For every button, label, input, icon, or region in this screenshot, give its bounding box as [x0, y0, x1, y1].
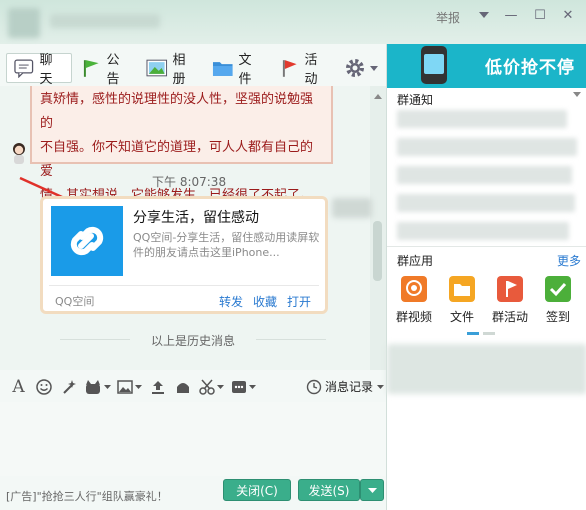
app-activity[interactable]: 群活动: [488, 276, 532, 325]
pet-icon[interactable]: [81, 376, 113, 398]
send-options-button[interactable]: [360, 479, 384, 501]
watch-image: [421, 46, 447, 84]
chat-bubble-icon: [14, 59, 34, 78]
chat-history[interactable]: 真矫情，感性的说理性的没人性，坚强的说勉强的 不自强。你不知道它的道理，可人人都…: [0, 86, 386, 370]
tab-notice[interactable]: 公告: [74, 53, 138, 87]
folder-icon: [449, 276, 475, 302]
message-timestamp: 下午 8:07:38: [152, 175, 227, 189]
ad-text: 低价抢不停: [485, 58, 575, 78]
app-video[interactable]: 群视频: [392, 276, 436, 325]
right-panel: 低价抢不停 群通知 群应用 更多 群视频 文件 群活动 签到: [386, 44, 586, 510]
notice-item[interactable]: [397, 110, 567, 128]
notice-item[interactable]: [397, 138, 577, 156]
tab-bar: 聊天 公告 相册 文件 活动: [0, 50, 386, 87]
page-indicator[interactable]: [467, 332, 479, 335]
card-source: QQ空间: [55, 295, 95, 308]
notice-item[interactable]: [397, 194, 575, 212]
close-window-button[interactable]: ✕: [557, 6, 579, 24]
photo-icon: [146, 59, 168, 77]
folder-icon: [212, 62, 233, 76]
tab-chat[interactable]: 聊天: [6, 53, 72, 87]
link-icon: [70, 226, 104, 256]
group-avatar: [8, 8, 40, 38]
divider: [387, 246, 586, 247]
activity-icon: [497, 276, 523, 302]
tab-label: 相册: [172, 53, 186, 87]
scrollbar-thumb[interactable]: [373, 221, 382, 281]
minimize-button[interactable]: —: [500, 6, 522, 24]
chevron-down-icon: [370, 65, 378, 71]
notice-title: 群通知: [397, 93, 434, 107]
tab-album[interactable]: 相册: [140, 53, 204, 87]
message-record-label: 消息记录: [325, 380, 374, 394]
message-bubble: 真矫情，感性的说理性的没人性，坚强的说勉强的 不自强。你不知道它的道理，可人人都…: [30, 86, 333, 203]
app-label: 群视频: [395, 310, 432, 324]
favorite-link[interactable]: 收藏: [253, 293, 277, 310]
ad-banner[interactable]: 低价抢不停: [387, 44, 586, 88]
history-label: 以上是历史消息: [150, 334, 235, 348]
card-description: QQ空间-分享生活，留住感动用读屏软件的朋友请点击这里iPhone...: [133, 231, 320, 259]
dropdown-icon[interactable]: [473, 6, 495, 24]
chevron-down-icon: [367, 487, 377, 493]
app-files[interactable]: 文件: [440, 276, 484, 325]
font-icon[interactable]: A: [6, 376, 31, 398]
report-link[interactable]: 举报: [436, 9, 460, 26]
tab-activity[interactable]: 活动: [272, 53, 336, 87]
upload-icon[interactable]: [145, 376, 170, 398]
settings-button[interactable]: [338, 53, 384, 83]
app-checkin[interactable]: 签到: [536, 276, 580, 325]
more-tools-icon[interactable]: [227, 376, 259, 398]
sender-avatar[interactable]: [10, 142, 28, 166]
chevron-down-icon: [377, 384, 385, 389]
group-name: [50, 14, 160, 28]
close-button[interactable]: 关闭(C): [223, 479, 291, 501]
card-title: 分享生活，留住感动: [133, 210, 259, 226]
app-label: 群活动: [491, 310, 528, 324]
more-apps-link[interactable]: 更多: [557, 252, 581, 269]
message-record-button[interactable]: 消息记录: [306, 378, 385, 395]
forward-link[interactable]: 转发: [219, 293, 243, 310]
message-line: 真矫情，感性的说理性的没人性，坚强的说勉强的: [40, 92, 314, 131]
magic-wand-icon[interactable]: [56, 376, 81, 398]
tab-files[interactable]: 文件: [206, 53, 270, 87]
flag-icon: [83, 60, 99, 77]
page-indicator[interactable]: [483, 332, 495, 335]
notice-item[interactable]: [397, 222, 569, 240]
clock-icon: [306, 379, 322, 394]
scissors-icon[interactable]: [195, 376, 227, 398]
scroll-up-icon[interactable]: [374, 88, 382, 102]
open-link[interactable]: 打开: [287, 293, 311, 310]
tab-label: 聊天: [39, 53, 53, 87]
emoji-icon[interactable]: [31, 376, 56, 398]
blurred-content: [332, 198, 372, 218]
send-button[interactable]: 发送(S): [298, 479, 360, 501]
red-flag-icon: [282, 60, 297, 77]
gear-icon: [346, 59, 364, 77]
tab-label: 文件: [238, 53, 252, 87]
checkin-icon: [545, 276, 571, 302]
divider: [256, 339, 326, 340]
app-label: 签到: [545, 310, 570, 324]
gift-icon[interactable]: [170, 376, 195, 398]
title-bar: 举报 — ☐ ✕: [0, 0, 586, 44]
footer-ad-link[interactable]: [广告]"抢抢三人行"组队赢豪礼！: [6, 488, 168, 504]
collapse-icon[interactable]: [573, 86, 581, 100]
image-icon[interactable]: [113, 376, 145, 398]
app-label: 文件: [449, 310, 474, 324]
video-icon: [401, 276, 427, 302]
tab-label: 公告: [106, 53, 120, 87]
blurred-content: [387, 344, 586, 394]
notice-item[interactable]: [397, 166, 572, 184]
message-input[interactable]: [0, 402, 386, 476]
card-divider: [49, 285, 319, 286]
share-card[interactable]: 分享生活，留住感动 QQ空间-分享生活，留住感动用读屏软件的朋友请点击这里iPh…: [40, 196, 328, 314]
maximize-button[interactable]: ☐: [529, 6, 551, 24]
tab-label: 活动: [304, 53, 318, 87]
apps-title: 群应用: [397, 254, 434, 268]
card-thumbnail: [51, 206, 123, 276]
